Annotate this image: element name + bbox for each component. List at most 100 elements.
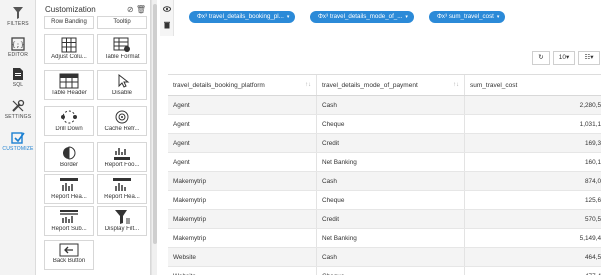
tile-drill-down[interactable]: Drill Down: [44, 106, 94, 136]
table-cell: Cash: [317, 248, 465, 266]
rail-label: FILTERS: [7, 21, 29, 27]
table-cell: 5,149,4: [579, 235, 601, 242]
customize-check-icon: [11, 132, 25, 144]
code-braces-icon: {;}: [11, 37, 25, 51]
pill-label: travel_details_booking_pl...: [208, 13, 284, 20]
rail-editor[interactable]: {;} EDITOR: [0, 37, 36, 58]
function-icon: Φx³: [197, 13, 208, 20]
tile-report-footer[interactable]: Report Foo...: [97, 142, 147, 172]
reset-icon[interactable]: ⊘: [127, 5, 134, 14]
rail-sql[interactable]: SQL: [0, 67, 36, 88]
table-cell: Website: [168, 248, 317, 266]
sql-doc-icon: [13, 68, 23, 80]
tile-label: Back Button: [52, 258, 86, 264]
rail-settings[interactable]: SETTINGS: [0, 99, 36, 120]
drill-down-icon: [61, 110, 77, 124]
data-table: travel_details_booking_platform ↑↓ travel…: [168, 74, 601, 275]
column-header[interactable]: travel_details_mode_of_payment ↑↓: [317, 75, 465, 95]
table-cell: Agent: [168, 153, 317, 171]
table-cell: Makemytrip: [168, 191, 317, 209]
tile-row-banding[interactable]: Row Banding: [44, 16, 94, 29]
table-row[interactable]: Agent Cheque 1,031,1: [168, 115, 601, 134]
table-row[interactable]: Agent Net Banking 160,1: [168, 153, 601, 172]
column-header[interactable]: travel_details_booking_platform ↑↓: [168, 75, 317, 95]
border-icon: [63, 146, 76, 160]
table-cell: Agent: [168, 96, 317, 114]
table-row[interactable]: Makemytrip Cash 874,0: [168, 172, 601, 191]
table-cell: Cheque: [317, 115, 465, 133]
table-cell: 464,5: [585, 254, 601, 261]
tile-adjust-columns[interactable]: Adjust Colu...: [44, 34, 94, 64]
cursor-icon: [118, 73, 130, 88]
tile-label: Display Filt...: [104, 226, 140, 232]
table-row[interactable]: Website Cash 464,5: [168, 248, 601, 267]
field-pill-booking-platform[interactable]: Φx³ travel_details_booking_pl... ▾: [189, 11, 296, 23]
tile-label: Border: [59, 162, 78, 168]
trash-icon[interactable]: [163, 21, 171, 29]
tile-table-format[interactable]: Table Format: [97, 34, 147, 64]
main-side-tools: [160, 0, 174, 36]
rail-label: EDITOR: [8, 52, 28, 58]
tile-label: Tooltip: [113, 19, 131, 25]
sort-icon[interactable]: ↑↓: [453, 75, 459, 95]
eye-icon[interactable]: [163, 6, 171, 12]
table-cell: Net Banking: [317, 153, 465, 171]
table-row[interactable]: Website Cheque 477,4: [168, 267, 601, 275]
table-row[interactable]: Agent Cash 2,280,5: [168, 96, 601, 115]
field-pill-mode-of-payment[interactable]: Φx³ travel_details_mode_of_... ▾: [310, 11, 414, 23]
table-row[interactable]: Agent Credit 169,3: [168, 134, 601, 153]
page-size-select[interactable]: 10▾: [553, 51, 575, 65]
trash-icon[interactable]: 🗑: [136, 5, 146, 14]
tile-cache-refresh[interactable]: Cache Refr...: [97, 106, 147, 136]
table-cell: Cheque: [317, 267, 465, 275]
column-header[interactable]: sum_travel_cost: [465, 75, 601, 95]
tile-table-header[interactable]: Table Header: [44, 70, 94, 100]
tile-label: Drill Down: [55, 126, 83, 132]
sort-icon[interactable]: ↑↓: [305, 75, 311, 95]
refresh-button[interactable]: ↻: [532, 51, 550, 65]
table-cell: 160,1: [585, 159, 601, 166]
table-cell: 2,280,5: [579, 102, 601, 109]
table-row[interactable]: Makemytrip Cheque 125,6: [168, 191, 601, 210]
refresh-icon: ↻: [538, 54, 544, 61]
left-nav-rail: FILTERS {;} EDITOR SQL SETTINGS CUSTOMIZ…: [0, 0, 36, 275]
tile-report-header-1[interactable]: Report Hea...: [44, 174, 94, 204]
columns-button[interactable]: ☷▾: [578, 51, 600, 65]
table-cell: 169,3: [585, 140, 601, 147]
tile-display-filter[interactable]: Display Filt...: [97, 206, 147, 236]
tile-label: Report Hea...: [51, 194, 87, 200]
tile-report-header-2[interactable]: Report Hea...: [97, 174, 147, 204]
rail-customize[interactable]: CUSTOMIZE: [0, 131, 36, 152]
scrollbar-thumb[interactable]: [153, 4, 157, 244]
field-pill-sum-travel-cost[interactable]: Φx³ sum_travel_cost ▾: [429, 11, 506, 23]
function-icon: Φx³: [318, 13, 329, 20]
grid-icon: [61, 37, 77, 53]
page-size-value: 10: [558, 54, 566, 61]
report-subtitle-icon: [60, 210, 78, 223]
table-cell: Makemytrip: [168, 210, 317, 228]
table-cell: 477,4: [465, 267, 601, 275]
rail-label: SETTINGS: [4, 114, 32, 120]
panel-scrollbar[interactable]: [151, 0, 157, 275]
tile-label: Table Format: [104, 54, 140, 60]
table-row[interactable]: Makemytrip Credit 570,5: [168, 210, 601, 229]
tile-disable[interactable]: Disable: [97, 70, 147, 100]
report-header-icon: [60, 178, 78, 191]
tile-label: Row Banding: [51, 19, 87, 25]
tile-label: Report Hea...: [104, 194, 140, 200]
table-row[interactable]: Makemytrip Net Banking 5,149,4: [168, 229, 601, 248]
rail-filters[interactable]: FILTERS: [0, 6, 36, 27]
tile-tooltip[interactable]: Tooltip: [97, 16, 147, 29]
table-cell: Credit: [317, 134, 465, 152]
display-filter-icon: [115, 210, 130, 224]
table-cell: Website: [168, 267, 317, 275]
panel-title: Customization: [45, 5, 96, 14]
tile-border[interactable]: Border: [44, 142, 94, 172]
tile-label: Disable: [111, 90, 132, 96]
rail-label: SQL: [12, 82, 24, 88]
caret-icon: ▾: [565, 54, 570, 61]
tile-report-subtitle[interactable]: Report Sub...: [44, 206, 94, 236]
table-cell: Agent: [168, 134, 317, 152]
tile-back-button[interactable]: Back Button: [44, 240, 94, 270]
table-cell: Cash: [317, 172, 465, 190]
